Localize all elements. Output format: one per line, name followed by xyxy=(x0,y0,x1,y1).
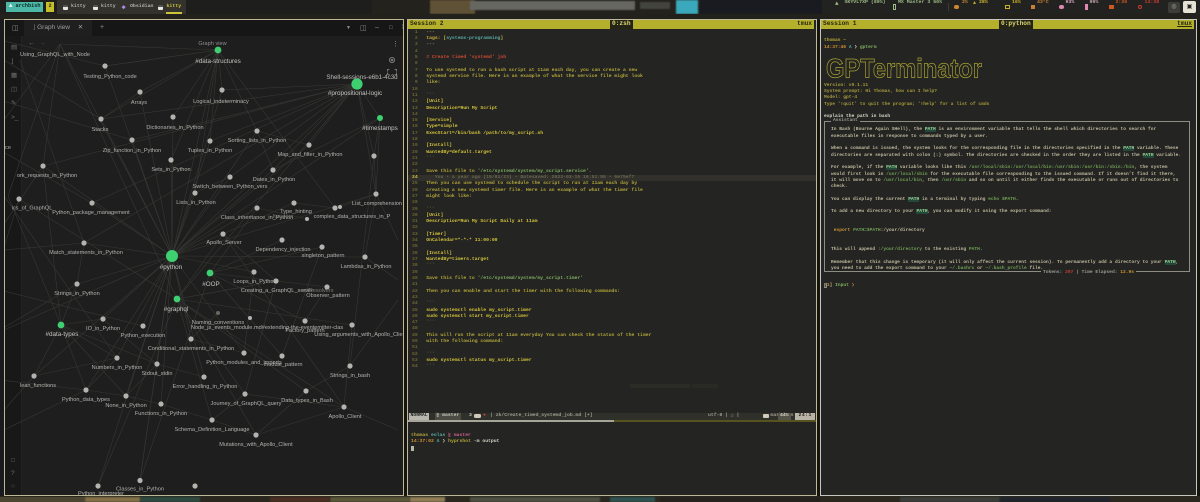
svg-text:Python_execution: Python_execution xyxy=(121,333,165,339)
svg-text:singleton_pattern: singleton_pattern xyxy=(302,253,345,259)
svg-text:#python: #python xyxy=(160,264,183,271)
svg-text:ork_requests_in_Python: ork_requests_in_Python xyxy=(17,173,77,179)
svg-text:Mutations_with_Apollo_Client: Mutations_with_Apollo_Client xyxy=(219,442,293,448)
svg-text:#data-types: #data-types xyxy=(46,331,79,338)
svg-text:Error_handling_in_Python: Error_handling_in_Python xyxy=(173,384,238,390)
svg-text:Data_types_in_Bash: Data_types_in_Bash xyxy=(281,398,333,404)
svg-text:Numbers_in_Python: Numbers_in_Python xyxy=(92,365,143,371)
svg-text:Schema_Definition_Language: Schema_Definition_Language xyxy=(175,427,250,433)
svg-text:GPTerminator: GPTerminator xyxy=(826,54,982,81)
svg-text:#graphql: #graphql xyxy=(164,306,189,313)
svg-text:lean_functions: lean_functions xyxy=(20,383,56,389)
svg-text:Sets_in_Python: Sets_in_Python xyxy=(151,167,190,173)
svg-text:complex_data_structures_in_P: complex_data_structures_in_P xyxy=(314,214,391,220)
svg-text:#timestamps: #timestamps xyxy=(362,125,398,132)
svg-text:Logical_indeterminacy: Logical_indeterminacy xyxy=(193,99,249,105)
svg-text:Loops_in_Python: Loops_in_Python xyxy=(233,279,276,285)
svg-text:Tuples_in_Python: Tuples_in_Python xyxy=(188,148,233,154)
svg-text:Shell-sessions-e6b1-4c3d: Shell-sessions-e6b1-4c3d xyxy=(326,74,398,81)
svg-text:adResolvers: adResolvers xyxy=(302,288,333,294)
svg-text:Python_package_management: Python_package_management xyxy=(52,210,130,216)
svg-text:Stacks: Stacks xyxy=(92,127,109,133)
svg-text:module_pattern: module_pattern xyxy=(264,362,303,368)
svg-text:Testing_Python_code: Testing_Python_code xyxy=(83,74,137,80)
svg-text:Apollo_Client: Apollo_Client xyxy=(329,414,362,420)
svg-text:Arrays: Arrays xyxy=(131,100,147,106)
svg-text:#propositional-logic: #propositional-logic xyxy=(328,90,382,97)
svg-text:Functions_in_Python: Functions_in_Python xyxy=(135,411,187,417)
svg-text:Apollo_Server: Apollo_Server xyxy=(206,240,241,246)
svg-text:List_comprehension: List_comprehension xyxy=(352,201,402,207)
svg-text:Match_statements_in_Python: Match_statements_in_Python xyxy=(49,250,123,256)
svg-text:Map_and_filter_in_Python: Map_and_filter_in_Python xyxy=(278,152,343,158)
svg-text:Python_data_types: Python_data_types xyxy=(62,397,110,403)
svg-text:Journey_of_GraphQL_query: Journey_of_GraphQL_query xyxy=(211,401,282,407)
svg-text:Strings_in_bash: Strings_in_bash xyxy=(330,373,370,379)
svg-text:Sorting_lists_in_Python: Sorting_lists_in_Python xyxy=(228,138,286,144)
svg-text:#OOP: #OOP xyxy=(202,281,220,288)
svg-text:Python_interpreter: Python_interpreter xyxy=(78,491,124,496)
svg-text:Dictionaries_in_Python: Dictionaries_in_Python xyxy=(146,125,203,131)
svg-text:Using_GraphQL_with_Node: Using_GraphQL_with_Node xyxy=(20,52,90,58)
svg-text:Using_arguments_with_Apollo_Cl: Using_arguments_with_Apollo_Clien xyxy=(314,332,403,338)
svg-text:ics_of_GraphQL: ics_of_GraphQL xyxy=(12,206,53,212)
svg-text:Lambdas_in_Python: Lambdas_in_Python xyxy=(340,264,391,270)
svg-text:#data-structures: #data-structures xyxy=(195,58,241,65)
svg-text:Dates_in_Python: Dates_in_Python xyxy=(253,177,296,183)
svg-text:IO_in_Python: IO_in_Python xyxy=(86,326,120,332)
svg-text:Strings_in_Python: Strings_in_Python xyxy=(54,291,99,297)
svg-text:Stdout_stdin: Stdout_stdin xyxy=(141,371,172,377)
svg-text:Iterators: Iterators xyxy=(273,214,294,220)
svg-text:ce: ce xyxy=(5,145,11,151)
svg-text:Switch_between_Python_vers: Switch_between_Python_vers xyxy=(193,184,268,190)
svg-text:Lists_in_Python: Lists_in_Python xyxy=(176,200,216,206)
svg-text:Conditional_statements_in_Pyth: Conditional_statements_in_Python xyxy=(148,346,234,352)
svg-text:None_in_Python: None_in_Python xyxy=(105,403,146,409)
svg-text:Zip_function_in_Python: Zip_function_in_Python xyxy=(103,148,161,154)
